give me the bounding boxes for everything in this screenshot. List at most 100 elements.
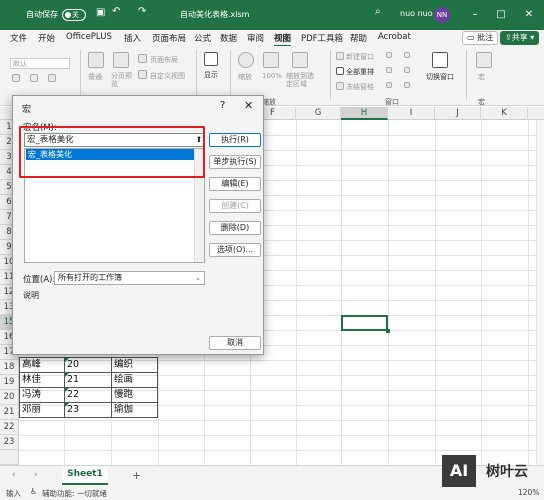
unhide-icon[interactable] <box>386 82 392 88</box>
menu-help[interactable]: 帮助 <box>350 32 367 44</box>
column-header-j[interactable]: J <box>435 107 481 120</box>
split-icon[interactable] <box>386 52 392 58</box>
maximize-icon[interactable]: □ <box>492 6 510 24</box>
gridline <box>388 120 389 465</box>
sheet-tab-sheet1[interactable]: Sheet1 <box>62 466 108 485</box>
page-layout-icon[interactable] <box>138 54 147 63</box>
options-button[interactable]: 选项(O)... <box>209 243 261 257</box>
table-cell-age[interactable]: 23 <box>64 403 112 418</box>
freeze-panes-icon[interactable] <box>336 82 344 90</box>
menu-formulas[interactable]: 公式 <box>194 32 211 44</box>
row-header[interactable] <box>0 450 19 465</box>
table-cell-name[interactable]: 冯涛 <box>19 388 65 403</box>
display-icon[interactable] <box>204 52 218 66</box>
table-cell-hobby[interactable]: 编织 <box>111 358 158 373</box>
row-header[interactable]: 18 <box>0 360 19 375</box>
macro-icon[interactable] <box>476 52 492 68</box>
prev-sheet-icon[interactable]: ‹ <box>12 470 16 480</box>
run-button[interactable]: 执行(R) <box>209 133 261 147</box>
keep-view-icon[interactable] <box>12 74 20 82</box>
new-view-icon[interactable] <box>48 74 56 82</box>
menu-officeplus[interactable]: OfficePLUS <box>66 32 112 42</box>
group-window-label: 窗口 <box>385 98 399 106</box>
table-cell-age[interactable]: 22 <box>64 388 112 403</box>
row-header[interactable]: 23 <box>0 435 19 450</box>
row-header[interactable]: 20 <box>0 390 19 405</box>
minimize-icon[interactable]: – <box>466 6 484 24</box>
new-window-icon[interactable] <box>336 52 344 60</box>
step-into-button[interactable]: 单步执行(S) <box>209 155 261 169</box>
menu-data[interactable]: 数据 <box>220 32 237 44</box>
table-cell-hobby[interactable]: 瑜伽 <box>111 403 158 418</box>
gridline <box>435 120 436 465</box>
help-icon[interactable]: ? <box>220 100 225 111</box>
location-label: 位置(A): <box>23 275 56 285</box>
menu-page-layout[interactable]: 页面布局 <box>152 32 186 44</box>
normal-view-icon[interactable] <box>88 52 104 68</box>
active-cell[interactable] <box>341 315 390 333</box>
menu-file[interactable]: 文件 <box>10 32 27 44</box>
dialog-title: 宏 <box>22 105 32 115</box>
table-cell-age[interactable]: 20 <box>64 358 112 373</box>
column-header-g[interactable]: G <box>296 107 341 120</box>
description-label: 说明 <box>23 291 39 300</box>
column-header-k[interactable]: K <box>481 107 528 120</box>
menu-view[interactable]: 视图 <box>274 32 292 47</box>
share-button[interactable]: ⇪共享 ▾ <box>500 31 540 45</box>
comment-button[interactable]: ▭ 批注 <box>462 31 499 45</box>
table-cell-hobby[interactable]: 慢跑 <box>111 388 158 403</box>
accessibility-status[interactable]: 辅助功能: 一切就绪 <box>42 488 107 499</box>
undo-icon[interactable]: ↶ <box>112 6 120 17</box>
sheet-view-select[interactable]: 默认 <box>10 58 70 69</box>
menu-pdf[interactable]: PDF工具箱 <box>301 32 343 44</box>
page-layout-label: 页面布局 <box>150 56 178 64</box>
cancel-button[interactable]: 取消 <box>209 336 261 350</box>
search-icon[interactable]: ⌕ <box>375 6 381 17</box>
table-cell-hobby[interactable]: 绘画 <box>111 373 158 388</box>
arrange-all-icon[interactable] <box>336 67 344 75</box>
row-header[interactable]: 22 <box>0 420 19 435</box>
table-cell-name[interactable]: 林佳 <box>19 373 65 388</box>
separator <box>230 50 231 100</box>
create-button[interactable]: 创建(C) <box>209 199 261 213</box>
add-sheet-icon[interactable]: + <box>132 469 141 482</box>
dialog-close-icon[interactable]: ✕ <box>244 99 253 112</box>
edit-button[interactable]: 编辑(E) <box>209 177 261 191</box>
menu-review[interactable]: 审阅 <box>247 32 264 44</box>
location-select[interactable]: 所有打开的工作簿 ⌄ <box>54 271 205 285</box>
row-header[interactable]: 19 <box>0 375 19 390</box>
vertical-scrollbar[interactable] <box>536 120 544 465</box>
save-icon[interactable]: ▣ <box>96 7 105 18</box>
hide-icon[interactable] <box>386 67 392 73</box>
user-name: nuo nuo <box>400 9 433 18</box>
switch-window-icon[interactable] <box>432 52 448 68</box>
exit-view-icon[interactable] <box>30 74 38 82</box>
next-sheet-icon[interactable]: › <box>34 470 38 480</box>
page-break-icon[interactable] <box>113 52 129 68</box>
table-cell-name[interactable]: 邓丽 <box>19 403 65 418</box>
redo-icon[interactable]: ↷ <box>138 6 146 17</box>
table-cell-name[interactable]: 高峰 <box>19 358 65 373</box>
avatar[interactable]: NN <box>434 7 450 23</box>
watermark-text: 树叶云 <box>486 464 528 480</box>
zoom-icon[interactable] <box>238 52 254 68</box>
zoom-level[interactable]: 120% <box>518 488 539 497</box>
zoom-100-icon[interactable] <box>263 52 279 68</box>
column-header-h[interactable]: H <box>341 107 388 120</box>
accessibility-icon[interactable]: ♿ <box>30 487 37 496</box>
menu-acrobat[interactable]: Acrobat <box>378 32 411 42</box>
menu-home[interactable]: 开始 <box>38 32 55 44</box>
switch-window-label: 切换窗口 <box>426 73 454 81</box>
side-by-side-icon[interactable] <box>404 52 410 58</box>
menu-insert[interactable]: 插入 <box>124 32 141 44</box>
row-header[interactable]: 21 <box>0 405 19 420</box>
column-header-i[interactable]: I <box>388 107 435 120</box>
custom-view-icon[interactable] <box>138 70 147 79</box>
table-cell-age[interactable]: 21 <box>64 373 112 388</box>
delete-button[interactable]: 删除(D) <box>209 221 261 235</box>
display-label: 显示 <box>204 71 218 79</box>
close-icon[interactable]: ✕ <box>520 6 538 24</box>
zoom-selection-icon[interactable] <box>292 52 308 68</box>
reset-position-icon[interactable] <box>404 82 410 88</box>
sync-scroll-icon[interactable] <box>404 67 410 73</box>
